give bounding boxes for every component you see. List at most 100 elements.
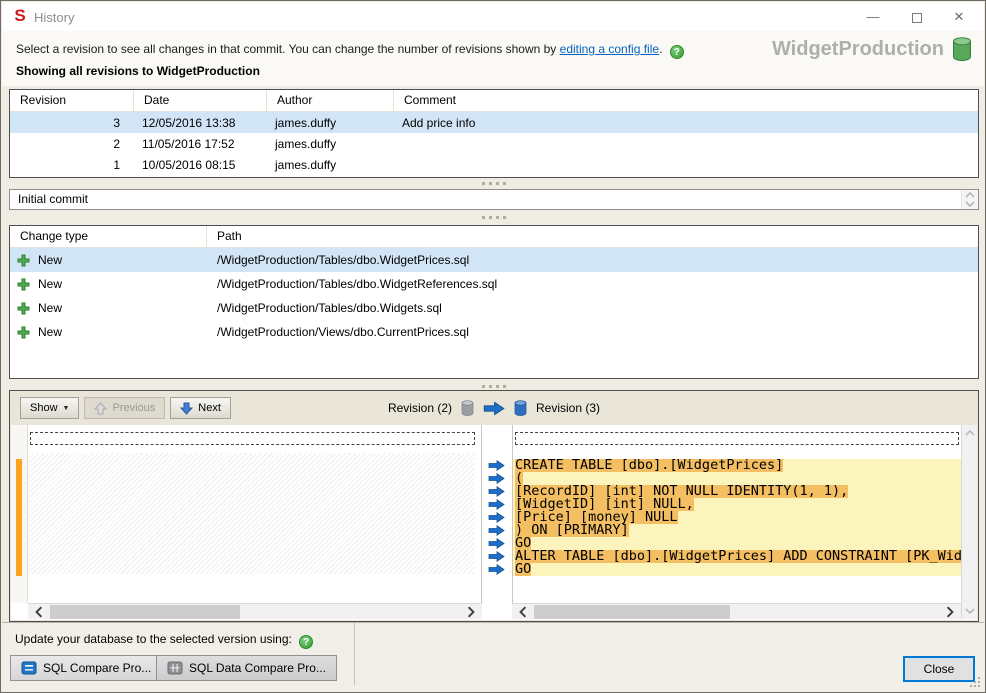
arrow-right-icon	[488, 460, 505, 471]
scroll-left-icon[interactable]	[516, 606, 530, 618]
change-type-label: New	[38, 277, 62, 291]
footer-divider	[354, 623, 355, 685]
diff-content: CREATE TABLE [dbo].[WidgetPrices] ( [Rec…	[11, 425, 977, 620]
resize-grip[interactable]	[978, 685, 980, 687]
sql-line: [WidgetID] [int] NULL,	[513, 498, 961, 511]
change-type-label: New	[38, 325, 62, 339]
database-icon-green	[952, 36, 972, 62]
scroll-right-icon[interactable]	[464, 606, 478, 618]
revision-comment: Add price info	[394, 116, 978, 130]
previous-button[interactable]: Previous	[84, 397, 165, 419]
change-path: /WidgetProduction/Tables/dbo.WidgetRefer…	[207, 277, 978, 291]
column-header-change-type[interactable]: Change type	[10, 226, 207, 247]
help-icon[interactable]: ?	[299, 635, 313, 649]
database-name-label: WidgetProduction	[772, 38, 944, 61]
change-row[interactable]: New /WidgetProduction/Views/dbo.CurrentP…	[10, 320, 978, 344]
change-marker-bar	[16, 459, 22, 576]
scrollbar-thumb[interactable]	[534, 605, 730, 619]
help-icon[interactable]: ?	[670, 45, 684, 59]
change-type-label: New	[38, 253, 62, 267]
maximize-button[interactable]	[902, 2, 932, 31]
splitter-handle[interactable]	[9, 179, 979, 188]
minimize-button[interactable]: —	[858, 2, 888, 31]
revision-number: 1	[10, 158, 134, 172]
splitter-dots-icon	[482, 182, 506, 185]
maximize-icon	[912, 13, 922, 23]
close-button[interactable]: Close	[903, 656, 975, 682]
sql-line: GO	[513, 537, 961, 550]
arrow-right-icon	[488, 551, 505, 562]
arrow-right-icon	[488, 473, 505, 484]
column-header-date[interactable]: Date	[134, 90, 267, 111]
column-header-author[interactable]: Author	[267, 90, 394, 111]
app-logo-icon: S	[11, 7, 29, 25]
sql-code-block: CREATE TABLE [dbo].[WidgetPrices] ( [Rec…	[513, 459, 961, 576]
scroll-up-icon[interactable]	[965, 191, 975, 199]
sql-line: ALTER TABLE [dbo].[WidgetPrices] ADD CON…	[513, 550, 961, 563]
close-window-button[interactable]: ✕	[944, 2, 974, 31]
diff-left-pane	[28, 425, 482, 603]
arrow-right-icon	[488, 512, 505, 523]
splitter-dots-icon	[482, 216, 506, 219]
left-pane-horizontal-scrollbar[interactable]	[28, 603, 482, 619]
arrow-up-icon	[94, 402, 107, 415]
previous-button-label: Previous	[112, 402, 155, 414]
sql-data-compare-button[interactable]: SQL Data Compare Pro...	[156, 655, 337, 681]
diff-vertical-scrollbar[interactable]	[961, 425, 977, 619]
next-button[interactable]: Next	[170, 397, 231, 419]
splitter-dots-icon	[482, 385, 506, 388]
scroll-down-icon[interactable]	[965, 200, 975, 208]
column-header-comment[interactable]: Comment	[394, 90, 978, 111]
add-icon	[17, 302, 30, 315]
comment-scrollbar[interactable]	[961, 190, 978, 209]
show-button-label: Show	[30, 402, 58, 414]
diff-viewer: Show ▼ Previous Next Revision (2)	[9, 390, 979, 622]
show-dropdown-button[interactable]: Show ▼	[20, 397, 79, 419]
revisions-table-header: Revision Date Author Comment	[10, 90, 978, 112]
sql-compare-button[interactable]: SQL Compare Pro...	[10, 655, 162, 681]
window-title: History	[34, 10, 74, 25]
commit-comment-box[interactable]: Initial commit	[9, 189, 979, 210]
scroll-left-icon[interactable]	[32, 606, 46, 618]
scrollbar-thumb[interactable]	[50, 605, 240, 619]
revision-date: 12/05/2016 13:38	[134, 116, 267, 130]
config-file-link[interactable]: editing a config file	[560, 42, 659, 56]
scroll-up-icon[interactable]	[965, 429, 975, 437]
add-icon	[17, 254, 30, 267]
splitter-handle[interactable]	[9, 213, 979, 222]
scroll-right-icon[interactable]	[943, 606, 957, 618]
sql-line: (	[513, 472, 961, 485]
revision-author: james.duffy	[267, 137, 394, 151]
instruction-after-link: .	[659, 42, 662, 56]
commit-comment-text: Initial commit	[18, 190, 88, 209]
arrow-right-icon	[488, 499, 505, 510]
arrow-right-icon	[488, 486, 505, 497]
database-icon-gray	[461, 400, 474, 416]
change-path: /WidgetProduction/Tables/dbo.WidgetPrice…	[207, 253, 978, 267]
empty-line-placeholder	[515, 432, 959, 445]
right-pane-horizontal-scrollbar[interactable]	[512, 603, 961, 619]
empty-line-placeholder	[30, 432, 475, 445]
revision-row[interactable]: 2 11/05/2016 17:52 james.duffy	[10, 133, 978, 154]
update-database-label: Update your database to the selected ver…	[15, 632, 313, 649]
revision-author: james.duffy	[267, 116, 394, 130]
sql-line: GO	[513, 563, 961, 576]
history-window: S History — ✕ Select a revision to see a…	[0, 0, 986, 693]
revision-row[interactable]: 3 12/05/2016 13:38 james.duffy Add price…	[10, 112, 978, 133]
revision-date: 10/05/2016 08:15	[134, 158, 267, 172]
change-row[interactable]: New /WidgetProduction/Tables/dbo.WidgetP…	[10, 248, 978, 272]
revision-author: james.duffy	[267, 158, 394, 172]
revision-number: 3	[10, 116, 134, 130]
change-row[interactable]: New /WidgetProduction/Tables/dbo.Widgets…	[10, 296, 978, 320]
instruction-before-link: Select a revision to see all changes in …	[16, 42, 556, 56]
missing-block-hatch	[30, 453, 475, 574]
change-row[interactable]: New /WidgetProduction/Tables/dbo.WidgetR…	[10, 272, 978, 296]
column-header-revision[interactable]: Revision	[10, 90, 134, 111]
revision-row[interactable]: 1 10/05/2016 08:15 james.duffy	[10, 154, 978, 175]
database-icon-blue	[514, 400, 527, 416]
column-header-path[interactable]: Path	[207, 226, 978, 247]
next-button-label: Next	[198, 402, 221, 414]
sql-data-compare-button-label: SQL Data Compare Pro...	[189, 661, 326, 675]
scroll-down-icon[interactable]	[965, 607, 975, 615]
changes-table-header: Change type Path	[10, 226, 978, 248]
